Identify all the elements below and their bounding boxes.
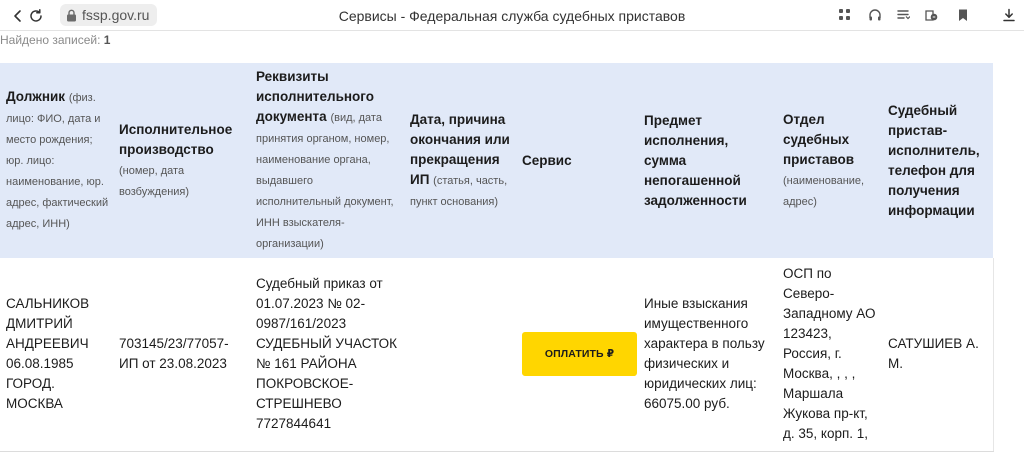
page-title: Сервисы - Федеральная служба судебных пр… [338, 7, 686, 24]
url-text: fssp.gov.ru [82, 7, 150, 23]
column-header-proceeding: Исполнительное производство (номер, дата… [119, 121, 233, 198]
cell-department: ОСП по Северо-Западному АО 123423, Росси… [777, 258, 882, 452]
cell-proceeding: 703145/23/77057-ИП от 23.08.2023 [113, 258, 250, 452]
results-table: Должник (физ. лицо: ФИО, дата и место ро… [0, 63, 994, 452]
column-header-debtor: Должник (физ. лицо: ФИО, дата и место ро… [6, 89, 109, 230]
bookmarks-list-icon[interactable] [894, 6, 912, 24]
table-header-row: Должник (физ. лицо: ФИО, дата и место ро… [0, 63, 993, 258]
column-header-end-reason: Дата, причина окончания или прекращения … [410, 111, 510, 208]
pay-button[interactable]: ОПЛАТИТЬ ₽ [522, 332, 637, 377]
column-header-bailiff: Судебный пристав-исполнитель, телефон дл… [888, 102, 980, 218]
back-icon[interactable] [8, 6, 28, 26]
reload-icon[interactable] [26, 6, 46, 26]
cell-end-reason [404, 258, 516, 452]
headphones-icon[interactable] [866, 6, 884, 24]
column-header-subject: Предмет исполнения, сумма непогашенной з… [644, 112, 747, 208]
browser-toolbar: fssp.gov.ru Сервисы - Федеральная служба… [0, 0, 1024, 31]
bookmark-icon[interactable] [954, 6, 972, 24]
cell-debtor: САЛЬНИКОВ ДМИТРИЙ АНДРЕЕВИЧ 06.08.1985 Г… [0, 258, 113, 452]
records-label: Найдено записей: [0, 33, 101, 47]
cell-document: Судебный приказ от 01.07.2023 № 02-0987/… [250, 258, 404, 452]
cell-service: ОПЛАТИТЬ ₽ [516, 258, 638, 452]
cell-bailiff: САТУШИЕВ А. М. [882, 258, 993, 452]
downloads-icon[interactable] [1000, 6, 1018, 24]
column-header-document: Реквизиты исполнительного документа (вид… [256, 69, 394, 250]
privacy-icon[interactable] [922, 6, 940, 24]
records-count: Найдено записей: 1 [0, 33, 110, 47]
records-number: 1 [103, 33, 111, 47]
column-header-service: Сервис [522, 152, 572, 168]
column-header-department: Отдел судебных приставов (наименование, … [783, 111, 865, 208]
table-row: САЛЬНИКОВ ДМИТРИЙ АНДРЕЕВИЧ 06.08.1985 Г… [0, 258, 993, 452]
lock-icon [66, 9, 77, 22]
cell-subject: Иные взыскания имущественного характера … [638, 258, 777, 452]
apps-icon[interactable] [836, 6, 854, 24]
address-bar[interactable]: fssp.gov.ru [60, 4, 158, 26]
